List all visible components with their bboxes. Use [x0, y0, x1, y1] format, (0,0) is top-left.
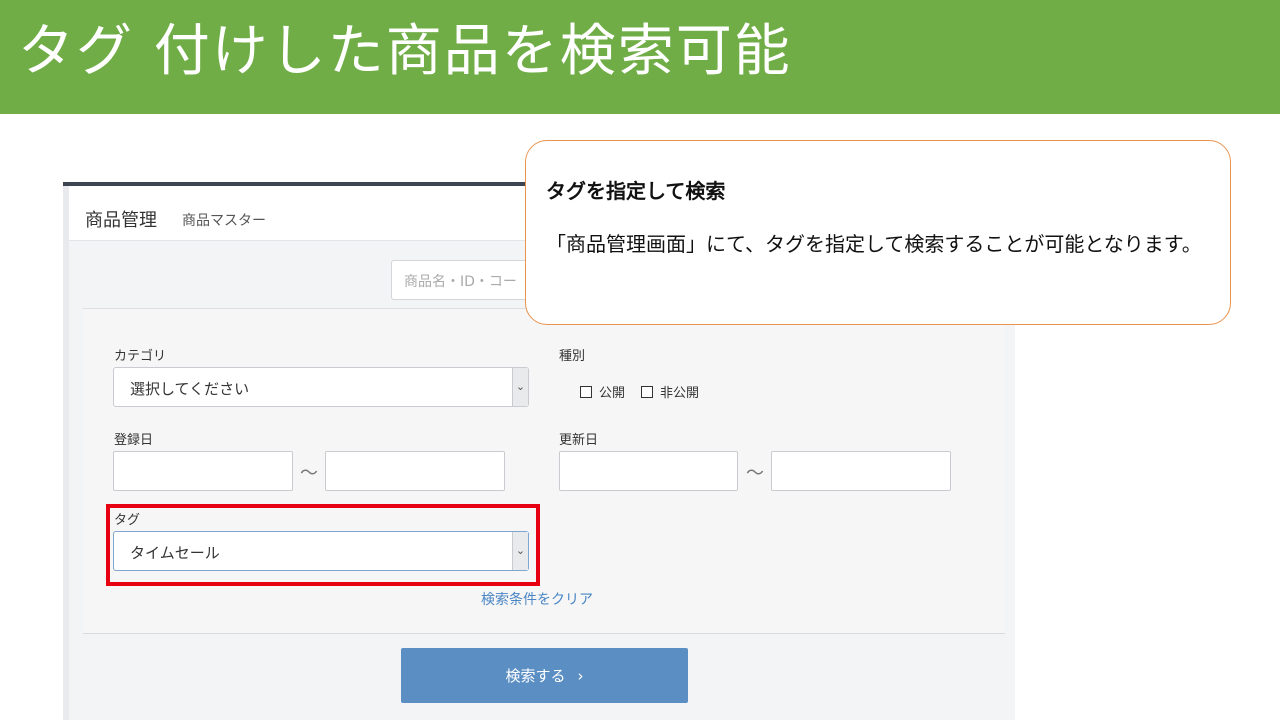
type-checkbox-group: 公開 非公開: [580, 382, 715, 401]
registered-date-label: 登録日: [114, 433, 154, 448]
private-checkbox-label: 非公開: [660, 386, 700, 401]
tag-highlight-box: [106, 504, 540, 586]
type-label: 種別: [559, 349, 586, 364]
slide-header-banner: タグ 付けした商品を検索可能: [0, 0, 1280, 114]
public-checkbox-label: 公開: [599, 386, 626, 401]
page-subtitle: 商品マスター: [182, 213, 266, 229]
category-select[interactable]: 選択してください ⌄: [113, 367, 529, 407]
registered-range-separator: ～: [300, 463, 318, 484]
registered-date-from-input[interactable]: [113, 451, 293, 491]
callout-heading: タグを指定して検索: [546, 179, 726, 203]
private-checkbox[interactable]: [641, 385, 654, 398]
updated-date-to-input[interactable]: [771, 451, 951, 491]
clear-search-link[interactable]: 検索条件をクリア: [481, 589, 593, 609]
sidebar-edge: [63, 186, 69, 720]
chevron-right-icon: ›: [577, 666, 584, 685]
callout-bubble: タグを指定して検索 「商品管理画面」にて、タグを指定して検索することが可能となり…: [525, 140, 1231, 325]
registered-date-to-input[interactable]: [325, 451, 505, 491]
category-select-value: 選択してください: [130, 380, 250, 398]
updated-range-separator: ～: [746, 463, 764, 484]
search-button-label: 検索する: [505, 667, 566, 685]
search-button[interactable]: 検索する ›: [401, 648, 688, 703]
updated-date-label: 更新日: [559, 433, 599, 448]
page-title: 商品管理: [85, 210, 157, 231]
slide-title: タグ 付けした商品を検索可能: [18, 19, 792, 84]
callout-body: 「商品管理画面」にて、タグを指定して検索することが可能となります。: [546, 232, 1202, 256]
chevron-down-icon: ⌄: [512, 368, 528, 406]
updated-date-from-input[interactable]: [559, 451, 738, 491]
category-label: カテゴリ: [114, 349, 167, 364]
public-checkbox[interactable]: [580, 385, 592, 398]
